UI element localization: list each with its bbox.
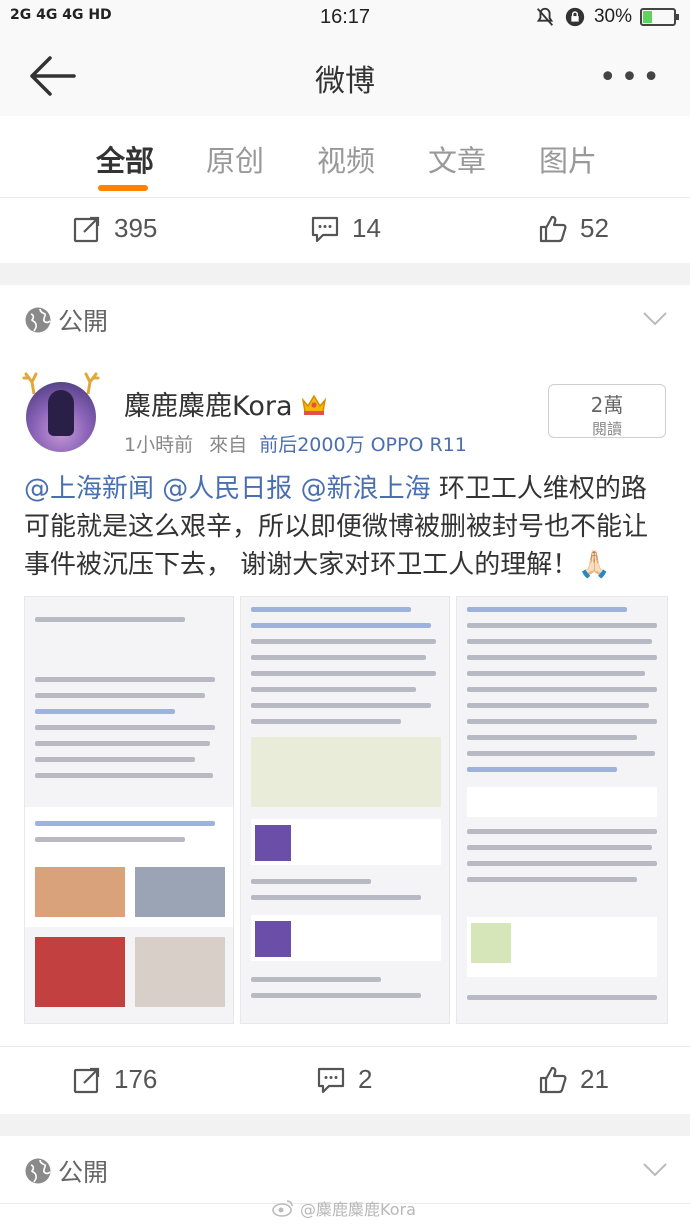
vip-crown-icon: [301, 394, 326, 415]
reads-badge[interactable]: 2萬 閱讀: [548, 384, 666, 438]
repost-icon: [73, 216, 100, 242]
repost-icon: [73, 1067, 100, 1093]
repost-button[interactable]: 176: [72, 1064, 157, 1095]
tab-bar: 全部 原创 视频 文章 图片: [0, 116, 690, 198]
source-prefix: 來自: [209, 434, 248, 456]
battery-percent: 30%: [593, 6, 632, 27]
visibility-label: 公開: [58, 307, 109, 336]
reads-label: 閱讀: [591, 420, 622, 438]
like-button[interactable]: 52: [538, 213, 609, 244]
comment-icon: [311, 216, 339, 242]
like-count: 21: [580, 1064, 609, 1094]
mute-bell-icon: [536, 7, 554, 26]
comment-count: 2: [358, 1064, 373, 1094]
comment-button[interactable]: 2: [316, 1064, 372, 1095]
tab-all[interactable]: 全部: [96, 138, 154, 180]
weibo-logo-icon: [272, 1200, 293, 1217]
prev-post-actions: 395 14 52: [0, 199, 690, 263]
mention-link[interactable]: @新浪上海: [301, 474, 431, 504]
post-image-1[interactable]: [24, 596, 234, 1024]
battery-icon: [640, 8, 679, 26]
avatar[interactable]: [22, 370, 100, 452]
mention-link[interactable]: @人民日报: [162, 474, 292, 504]
active-tab-indicator: [98, 185, 148, 191]
tab-image[interactable]: 图片: [539, 138, 597, 180]
comment-icon: [317, 1067, 345, 1093]
globe-icon: [25, 307, 51, 333]
watermark-text: @麋鹿麋鹿Kora: [300, 1200, 416, 1219]
post-meta: 1小時前 來自 前后2000万 OPPO R11: [124, 430, 467, 457]
post-body: @上海新闻 @人民日报 @新浪上海 环卫工人维权的路可能就是这么艰辛，所以即便微…: [24, 470, 670, 584]
status-bar: 2G 4G 4G HD 16:17 30%: [0, 0, 690, 36]
section-divider: [0, 1114, 690, 1136]
chevron-down-icon[interactable]: [642, 305, 668, 331]
repost-count: 176: [114, 1064, 158, 1094]
lock-rotation-icon: [565, 7, 585, 27]
more-options-icon[interactable]: •••: [599, 60, 664, 95]
divider: [0, 1046, 690, 1047]
watermark: @麋鹿麋鹿Kora: [272, 1196, 416, 1220]
nav-bar: 微博 •••: [0, 36, 690, 116]
post-image-3[interactable]: [456, 596, 668, 1024]
repost-count: 395: [114, 213, 158, 243]
post-author[interactable]: 麋鹿麋鹿Kora: [124, 384, 327, 423]
status-right: 30%: [534, 6, 679, 28]
tab-article[interactable]: 文章: [428, 138, 486, 180]
comment-button[interactable]: 14: [310, 213, 381, 244]
post-image-2[interactable]: [240, 596, 450, 1024]
comment-count: 14: [352, 213, 381, 243]
post-time: 1小時前: [124, 434, 194, 456]
post-actions: 176 2 21: [0, 1050, 690, 1114]
mention-link[interactable]: @上海新闻: [24, 474, 154, 504]
like-count: 52: [580, 213, 609, 243]
post-source[interactable]: 前后2000万 OPPO R11: [259, 434, 467, 456]
avatar-image: [26, 382, 96, 452]
post-header: 麋鹿麋鹿Kora 1小時前 來自 前后2000万 OPPO R11 2萬 閱讀: [0, 352, 690, 470]
reads-count: 2萬: [590, 393, 624, 417]
section-divider: [0, 263, 690, 285]
like-button[interactable]: 21: [538, 1064, 609, 1095]
visibility-label: 公開: [58, 1158, 109, 1187]
globe-icon: [25, 1158, 51, 1184]
username: 麋鹿麋鹿Kora: [124, 391, 293, 422]
page-title: 微博: [315, 64, 375, 99]
visibility-row[interactable]: 公開: [0, 1136, 690, 1204]
repost-button[interactable]: 395: [72, 213, 157, 244]
chevron-down-icon[interactable]: [642, 1156, 668, 1182]
thumbs-up-icon: [539, 215, 567, 242]
visibility-row[interactable]: 公開: [0, 285, 690, 353]
tab-original[interactable]: 原创: [206, 138, 264, 180]
thumbs-up-icon: [539, 1066, 567, 1093]
tab-video[interactable]: 视频: [317, 138, 375, 180]
